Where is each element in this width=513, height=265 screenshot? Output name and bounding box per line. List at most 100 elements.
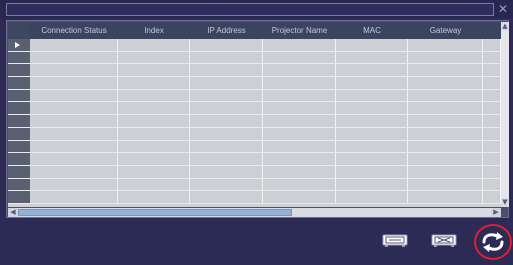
- table-cell[interactable]: [408, 165, 483, 178]
- table-cell[interactable]: [190, 191, 263, 203]
- table-cell[interactable]: [483, 191, 501, 203]
- table-cell[interactable]: [263, 153, 336, 165]
- table-row[interactable]: [8, 51, 501, 65]
- table-cell[interactable]: [263, 127, 336, 140]
- table-cell[interactable]: [408, 140, 483, 153]
- row-header[interactable]: [8, 127, 30, 140]
- table-cell[interactable]: [190, 64, 263, 77]
- table-row[interactable]: [8, 39, 501, 52]
- table-cell[interactable]: [336, 127, 408, 140]
- table-cell[interactable]: [483, 102, 501, 115]
- table-row[interactable]: [8, 64, 501, 78]
- table-cell[interactable]: [190, 178, 263, 191]
- table-cell[interactable]: [263, 77, 336, 89]
- table-cell[interactable]: [118, 89, 190, 102]
- table-cell[interactable]: [336, 64, 408, 77]
- row-header[interactable]: [8, 89, 30, 102]
- table-cell[interactable]: [408, 153, 483, 165]
- table-cell[interactable]: [263, 165, 336, 178]
- table-cell[interactable]: [30, 89, 118, 102]
- table-cell[interactable]: [263, 115, 336, 127]
- table-cell[interactable]: [30, 127, 118, 140]
- table-cell[interactable]: [483, 140, 501, 153]
- table-cell[interactable]: [263, 178, 336, 191]
- table-cell[interactable]: [483, 89, 501, 102]
- row-header[interactable]: [8, 77, 30, 89]
- table-cell[interactable]: [408, 102, 483, 115]
- table-cell[interactable]: [263, 140, 336, 153]
- scroll-right-icon[interactable]: ▶: [491, 208, 501, 217]
- scroll-up-icon[interactable]: ▲: [501, 22, 509, 31]
- table-cell[interactable]: [190, 140, 263, 153]
- table-cell[interactable]: [118, 178, 190, 191]
- table-cell[interactable]: [483, 64, 501, 77]
- table-cell[interactable]: [336, 89, 408, 102]
- table-cell[interactable]: [408, 51, 483, 64]
- row-header[interactable]: [8, 191, 30, 203]
- table-cell[interactable]: [483, 77, 501, 89]
- table-cell[interactable]: [118, 153, 190, 165]
- table-row[interactable]: [8, 153, 501, 166]
- row-header[interactable]: [8, 64, 30, 77]
- disconnect-projector-button[interactable]: [430, 230, 458, 250]
- table-cell[interactable]: [263, 89, 336, 102]
- table-cell[interactable]: [190, 89, 263, 102]
- table-cell[interactable]: [118, 102, 190, 115]
- table-row[interactable]: [8, 178, 501, 192]
- table-cell[interactable]: [118, 64, 190, 77]
- table-row[interactable]: [8, 165, 501, 179]
- table-cell[interactable]: [118, 77, 190, 89]
- column-header-projector-name[interactable]: Projector Name: [263, 22, 336, 39]
- table-cell[interactable]: [118, 51, 190, 64]
- table-cell[interactable]: [118, 127, 190, 140]
- table-cell[interactable]: [336, 165, 408, 178]
- table-cell[interactable]: [336, 153, 408, 165]
- table-cell[interactable]: [483, 51, 501, 64]
- table-cell[interactable]: [408, 89, 483, 102]
- row-header[interactable]: [8, 102, 30, 115]
- column-header-index[interactable]: Index: [118, 22, 190, 39]
- table-cell[interactable]: [190, 165, 263, 178]
- table-cell[interactable]: [483, 115, 501, 127]
- table-cell[interactable]: [408, 64, 483, 77]
- column-header-connection-status[interactable]: Connection Status: [30, 22, 118, 39]
- table-cell[interactable]: [408, 191, 483, 203]
- table-cell[interactable]: [118, 140, 190, 153]
- table-cell[interactable]: [30, 77, 118, 89]
- row-header[interactable]: [8, 51, 30, 64]
- table-cell[interactable]: [30, 140, 118, 153]
- table-cell[interactable]: [118, 115, 190, 127]
- vertical-scrollbar[interactable]: ▲ ▼: [501, 22, 509, 207]
- table-cell[interactable]: [30, 102, 118, 115]
- table-cell[interactable]: [408, 178, 483, 191]
- table-cell[interactable]: [190, 51, 263, 64]
- table-cell[interactable]: [190, 39, 263, 51]
- table-cell[interactable]: [336, 51, 408, 64]
- table-cell[interactable]: [30, 178, 118, 191]
- table-cell[interactable]: [408, 77, 483, 89]
- refresh-button[interactable]: [474, 224, 512, 260]
- row-header[interactable]: [8, 165, 30, 178]
- table-row[interactable]: [8, 140, 501, 154]
- row-header[interactable]: [8, 153, 30, 165]
- table-cell[interactable]: [336, 140, 408, 153]
- table-row[interactable]: [8, 191, 501, 204]
- connect-projector-button[interactable]: [381, 230, 409, 250]
- table-cell[interactable]: [30, 115, 118, 127]
- table-cell[interactable]: [336, 39, 408, 51]
- row-header[interactable]: [8, 178, 30, 191]
- table-cell[interactable]: [30, 191, 118, 203]
- table-cell[interactable]: [30, 165, 118, 178]
- table-cell[interactable]: [190, 153, 263, 165]
- table-cell[interactable]: [263, 102, 336, 115]
- table-cell[interactable]: [263, 39, 336, 51]
- table-cell[interactable]: [336, 115, 408, 127]
- table-cell[interactable]: [118, 39, 190, 51]
- table-cell[interactable]: [190, 115, 263, 127]
- table-cell[interactable]: [190, 127, 263, 140]
- row-header[interactable]: [8, 39, 30, 51]
- close-icon[interactable]: ✕: [497, 3, 509, 15]
- column-header-extra[interactable]: [483, 22, 501, 39]
- table-cell[interactable]: [30, 39, 118, 51]
- table-row[interactable]: [8, 127, 501, 141]
